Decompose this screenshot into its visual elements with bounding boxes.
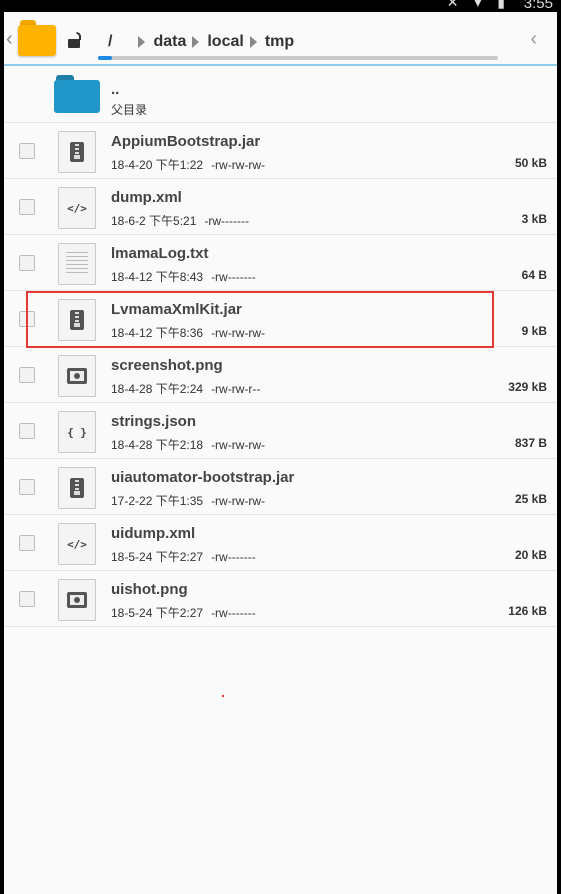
file-size: 64 B [521,268,547,282]
file-meta: 17-2-22 下午1:35 -rw-rw-rw- [111,492,265,509]
file-size: 20 kB [514,548,547,562]
file-meta: 18-4-20 下午1:22 -rw-rw-rw- [111,156,265,173]
chevron-right-icon [249,36,257,48]
image-icon [58,579,96,621]
file-meta: 18-6-2 下午5:21 -rw------- [111,212,249,229]
breadcrumb-item-local[interactable]: local [207,33,243,51]
xml-icon: </> [58,187,96,229]
file-date: 18-4-28 下午2:18 [111,438,204,452]
file-permissions: -rw-rw-r-- [211,382,261,396]
file-size: 329 kB [508,380,547,394]
breadcrumb: / data local tmp [108,31,294,53]
file-manager-window: ‹ / data local tmp ‹ .. 父目录 AppiumBootst… [4,12,557,894]
file-date: 18-5-24 下午2:27 [111,606,204,620]
file-size: 3 kB [521,212,547,226]
file-row[interactable]: lmamaLog.txt 18-4-12 下午8:43 -rw------- 64… [4,235,557,291]
jar-icon [58,299,96,341]
file-name: LvmamaXmlKit.jar [111,301,242,318]
file-meta: 18-4-12 下午8:36 -rw-rw-rw- [111,324,265,341]
chevron-right-icon [192,36,200,48]
file-permissions: -rw-rw-rw- [211,158,266,172]
file-row[interactable]: { } strings.json 18-4-28 下午2:18 -rw-rw-rw… [4,403,557,459]
file-date: 18-6-2 下午5:21 [111,214,197,228]
file-row[interactable]: </> uidump.xml 18-5-24 下午2:27 -rw------- … [4,515,557,571]
file-permissions: -rw------- [204,214,250,228]
breadcrumb-item-data[interactable]: data [153,33,186,51]
file-checkbox[interactable] [19,143,35,159]
chevron-left-icon[interactable]: ‹ [530,28,537,51]
image-icon [58,355,96,397]
file-checkbox[interactable] [19,591,35,607]
file-name: uiautomator-bootstrap.jar [111,469,295,486]
file-meta: 18-4-12 下午8:43 -rw------- [111,268,256,285]
file-name: screenshot.png [111,357,223,374]
file-size: 837 B [514,436,547,450]
pointer-dot [222,695,224,697]
breadcrumb-root[interactable]: / [108,33,112,51]
file-meta: 18-4-28 下午2:18 -rw-rw-rw- [111,436,265,453]
file-permissions: -rw-rw-rw- [211,326,266,340]
status-icons: ✕ ▾ ▮ [446,0,511,10]
file-permissions: -rw------- [211,550,256,564]
file-date: 18-4-28 下午2:24 [111,382,204,396]
file-meta: 18-5-24 下午2:27 -rw------- [111,604,256,621]
file-name: uidump.xml [111,525,196,542]
file-checkbox[interactable] [19,199,35,215]
status-time: 3:55 [523,0,553,12]
file-name: lmamaLog.txt [111,245,209,262]
breadcrumb-item-tmp[interactable]: tmp [265,33,294,51]
file-row[interactable]: AppiumBootstrap.jar 18-4-20 下午1:22 -rw-rw… [4,123,557,179]
json-icon: { } [58,411,96,453]
file-size: 25 kB [514,492,547,506]
file-row[interactable]: </> dump.xml 18-6-2 下午5:21 -rw------- 3 k… [4,179,557,235]
file-date: 18-4-12 下午8:43 [111,270,204,284]
file-size: 50 kB [514,156,547,170]
parent-name: .. [111,81,120,98]
file-row[interactable]: LvmamaXmlKit.jar 18-4-12 下午8:36 -rw-rw-rw… [4,291,557,347]
jar-icon [58,467,96,509]
status-bar: ✕ ▾ ▮ 3:55 [0,0,561,12]
file-checkbox[interactable] [19,479,35,495]
file-row[interactable]: uishot.png 18-5-24 下午2:27 -rw------- 126 … [4,571,557,627]
text-file-icon [58,243,96,285]
file-meta: 18-5-24 下午2:27 -rw------- [111,548,256,565]
folder-icon [54,75,100,113]
file-checkbox[interactable] [19,311,35,327]
file-name: strings.json [111,413,197,430]
file-size: 126 kB [508,604,547,618]
toolbar-divider [4,64,557,66]
breadcrumb-scroll-thumb[interactable] [98,56,112,60]
file-date: 17-2-22 下午1:35 [111,494,204,508]
file-name: dump.xml [111,189,182,206]
file-permissions: -rw-rw-rw- [211,438,266,452]
file-size: 9 kB [521,324,547,338]
parent-label: 父目录 [111,103,148,117]
toolbar: ‹ / data local tmp ‹ [4,12,557,64]
file-checkbox[interactable] [19,367,35,383]
file-row[interactable]: screenshot.png 18-4-28 下午2:24 -rw-rw-r-- … [4,347,557,403]
unlocked-icon[interactable] [68,32,86,48]
file-checkbox[interactable] [19,535,35,551]
file-date: 18-4-20 下午1:22 [111,158,204,172]
file-meta: 18-4-28 下午2:24 -rw-rw-r-- [111,380,260,397]
chevron-right-icon [138,36,146,48]
file-list: .. 父目录 AppiumBootstrap.jar 18-4-20 下午1:2… [4,67,557,627]
file-date: 18-4-12 下午8:36 [111,326,204,340]
folder-app-icon[interactable] [18,20,56,56]
file-date: 18-5-24 下午2:27 [111,550,204,564]
file-permissions: -rw-rw-rw- [211,494,266,508]
file-permissions: -rw------- [211,606,256,620]
file-permissions: -rw------- [211,270,256,284]
parent-directory-row[interactable]: .. 父目录 [4,67,557,123]
file-checkbox[interactable] [19,423,35,439]
file-name: AppiumBootstrap.jar [111,133,261,150]
chevron-left-icon[interactable]: ‹ [6,28,13,51]
xml-icon: </> [58,523,96,565]
breadcrumb-scrollbar[interactable] [98,56,498,60]
file-name: uishot.png [111,581,188,598]
file-checkbox[interactable] [19,255,35,271]
file-row[interactable]: uiautomator-bootstrap.jar 17-2-22 下午1:35… [4,459,557,515]
jar-icon [58,131,96,173]
